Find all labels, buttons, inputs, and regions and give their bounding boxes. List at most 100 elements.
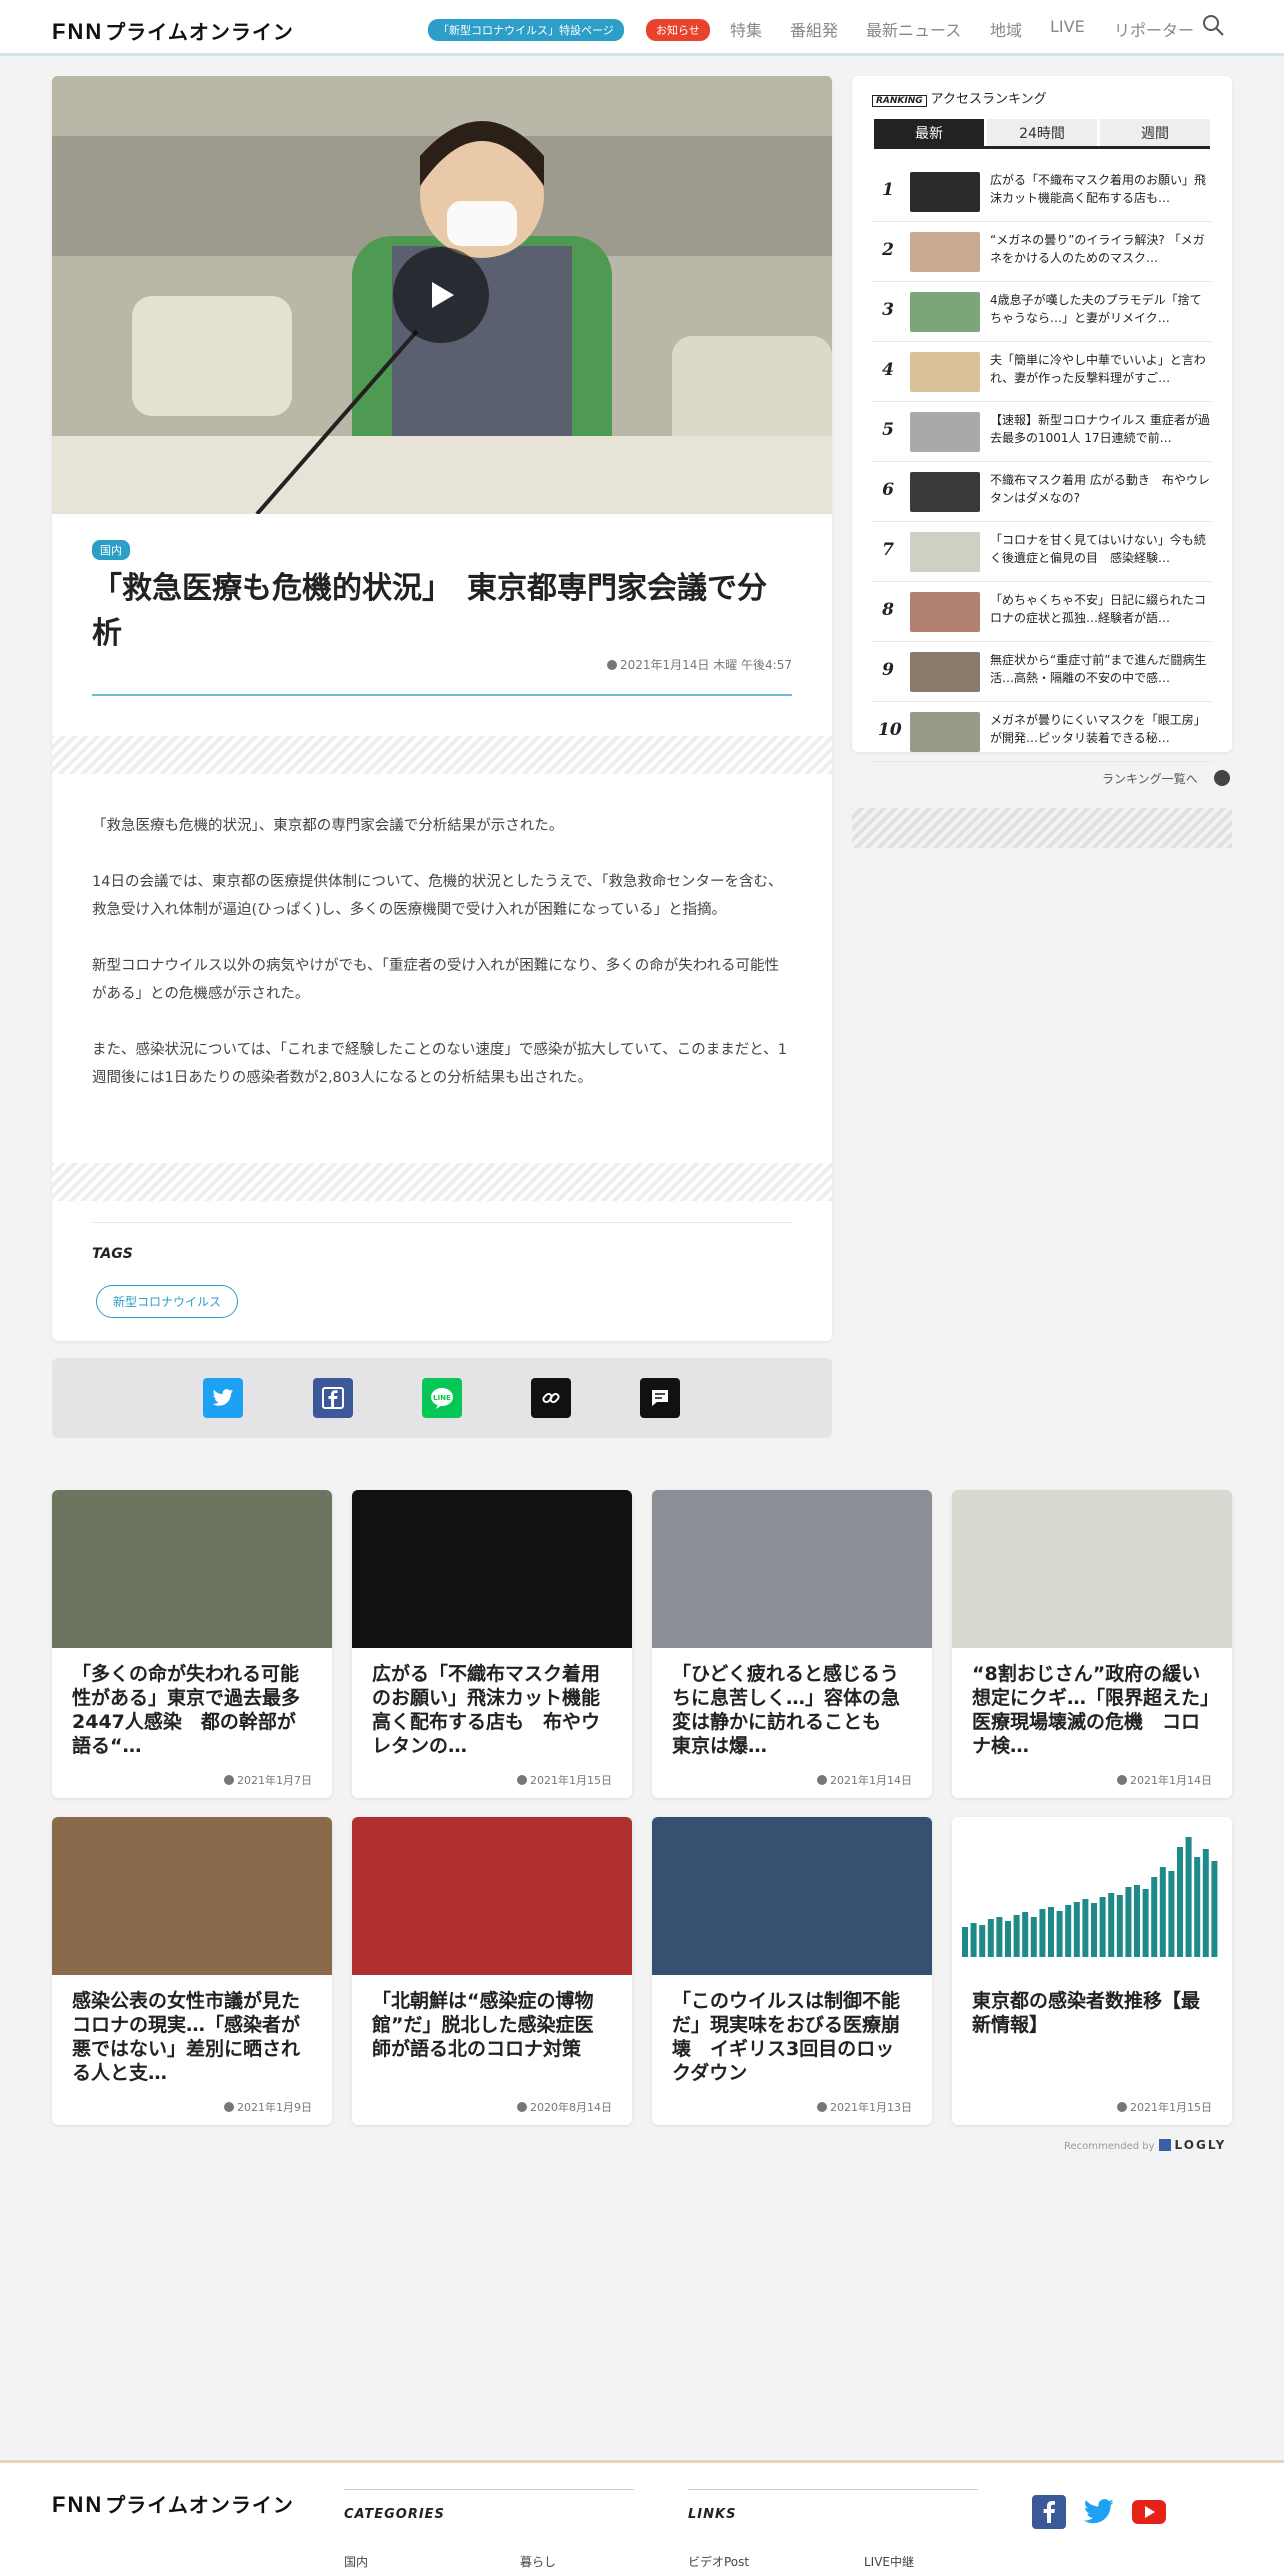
ranking-item[interactable]: 4 夫「簡単に冷やし中華でいいよ」と言われ、妻が作った反撃料理がすご…	[872, 342, 1212, 402]
tag-covid[interactable]: 新型コロナウイルス	[96, 1285, 239, 1318]
notice-link[interactable]: お知らせ	[646, 19, 710, 41]
copy-link-button[interactable]	[531, 1378, 571, 1418]
article-body: 「救急医療も危機的状況」、東京都の専門家会議で分析結果が示された。 14日の会議…	[92, 812, 792, 1120]
footer-twitter-link[interactable]	[1082, 2495, 1116, 2529]
ranking-title[interactable]: 夫「簡単に冷やし中華でいいよ」と言われ、妻が作った反撃料理がすご…	[990, 351, 1212, 389]
facebook-share-button[interactable]	[313, 1378, 353, 1418]
site-header: FNN プライムオンライン 「新型コロナウイルス」特設ページ お知らせ 特集 番組…	[0, 0, 1284, 56]
nav-live[interactable]: LIVE	[1050, 17, 1085, 36]
recommended-date: 2021年1月9日	[224, 2099, 312, 2115]
footer-logo[interactable]: FNN プライムオンライン	[52, 2489, 294, 2518]
footer-link-video-post[interactable]: ビデオPost	[688, 2553, 749, 2568]
footer-link-domestic[interactable]: 国内	[344, 2553, 368, 2568]
twitter-share-button[interactable]	[203, 1378, 243, 1418]
category-badge[interactable]: 国内	[92, 540, 130, 560]
recommended-thumbnail[interactable]	[652, 1490, 932, 1648]
recommended-thumbnail[interactable]	[652, 1817, 932, 1975]
ranking-title[interactable]: 【速報】新型コロナウイルス 重症者が過去最多の1001人 17日連続で前…	[990, 411, 1212, 449]
recommended-card[interactable]: 「北朝鮮は“感染症の博物館”だ」脱北した感染症医師が語る北のコロナ対策 2020年…	[352, 1817, 632, 2125]
ranking-title[interactable]: “メガネの曇り”のイライラ解決? 「メガネをかける人のためのマスク…	[990, 231, 1212, 269]
ranking-thumbnail[interactable]	[910, 592, 980, 632]
recommended-card[interactable]: 「多くの命が失われる可能性がある」東京で過去最多2447人感染 都の幹部が語る“…	[52, 1490, 332, 1798]
hatch-divider	[52, 736, 832, 774]
nav-reporter[interactable]: リポーター	[1114, 17, 1194, 41]
clock-icon	[1117, 2102, 1127, 2112]
ranking-item[interactable]: 1 広がる「不織布マスク着用のお願い」飛沫カット機能高く配布する店も…	[872, 162, 1212, 222]
ranking-title[interactable]: 4歳息子が嘆した夫のプラモデル「捨てちゃうなら…」と妻がリメイク…	[990, 291, 1212, 329]
recommended-card[interactable]: 東京都の感染者数推移【最新情報】 2021年1月15日	[952, 1817, 1232, 2125]
recommended-date: 2021年1月15日	[517, 1772, 612, 1788]
ranking-item[interactable]: 10 メガネが曇りにくいマスクを「眼工房」が開発…ピッタリ装着できる秘…	[872, 702, 1212, 762]
nav-feature[interactable]: 特集	[730, 17, 762, 41]
tab-latest[interactable]: 最新	[874, 119, 984, 146]
footer-link-live[interactable]: LIVE中継	[864, 2553, 914, 2568]
recommended-thumbnail[interactable]	[352, 1490, 632, 1648]
recommended-title[interactable]: 東京都の感染者数推移【最新情報】	[972, 1989, 1212, 2087]
trend-bar	[1108, 1893, 1115, 1957]
recommended-title[interactable]: 「ひどく疲れると感じるうちに息苦しく…」容体の急変は静かに訪れることも 東京は爆…	[672, 1662, 912, 1760]
ranking-item[interactable]: 5 【速報】新型コロナウイルス 重症者が過去最多の1001人 17日連続で前…	[872, 402, 1212, 462]
site-logo[interactable]: FNN プライムオンライン	[52, 16, 294, 45]
ranking-thumbnail[interactable]	[910, 412, 980, 452]
recommended-title[interactable]: 「このウイルスは制御不能だ」現実味をおびる医療崩壊 イギリス3回目のロックダウン	[672, 1989, 912, 2087]
ranking-item[interactable]: 9 無症状から“重症寸前”まで進んだ闘病生活…高熱・隔離の不安の中で感…	[872, 642, 1212, 702]
footer-facebook-link[interactable]	[1032, 2495, 1066, 2529]
search-icon[interactable]	[1202, 14, 1224, 36]
line-share-button[interactable]: LINE	[422, 1378, 462, 1418]
recommended-card[interactable]: 「ひどく疲れると感じるうちに息苦しく…」容体の急変は静かに訪れることも 東京は爆…	[652, 1490, 932, 1798]
article-paragraph: 新型コロナウイルス以外の病気やけがでも、「重症者の受け入れが困難になり、多くの命…	[92, 958, 780, 1002]
covid-special-page-link[interactable]: 「新型コロナウイルス」特設ページ	[428, 19, 624, 41]
ranking-thumbnail[interactable]	[910, 172, 980, 212]
recommended-thumbnail[interactable]	[52, 1817, 332, 1975]
recommended-thumbnail[interactable]	[352, 1817, 632, 1975]
recommended-card[interactable]: 広がる「不織布マスク着用のお願い」飛沫カット機能高く配布する店も 布やウレタンの…	[352, 1490, 632, 1798]
ranking-thumbnail[interactable]	[910, 292, 980, 332]
ranking-item[interactable]: 2 “メガネの曇り”のイライラ解決? 「メガネをかける人のためのマスク…	[872, 222, 1212, 282]
recommended-title[interactable]: 広がる「不織布マスク着用のお願い」飛沫カット機能高く配布する店も 布やウレタンの…	[372, 1662, 612, 1760]
ranking-thumbnail[interactable]	[910, 352, 980, 392]
recommended-thumbnail[interactable]	[52, 1490, 332, 1648]
trend-bar	[1048, 1907, 1054, 1957]
ranking-item[interactable]: 7 「コロナを甘く見てはいけない」今も続く後遺症と偏見の目 感染経験…	[872, 522, 1212, 582]
recommended-card[interactable]: 感染公表の女性市議が見たコロナの現実…「感染者が悪ではない」差別に晒される人と支…	[52, 1817, 332, 2125]
ranking-item[interactable]: 8 「めちゃくちゃ不安」日記に綴られたコロナの症状と孤独…経験者が語…	[872, 582, 1212, 642]
chevron-right-icon[interactable]	[1214, 770, 1230, 786]
ranking-title[interactable]: 無症状から“重症寸前”まで進んだ闘病生活…高熱・隔離の不安の中で感…	[990, 651, 1212, 689]
recommended-title[interactable]: 「多くの命が失われる可能性がある」東京で過去最多2447人感染 都の幹部が語る“…	[72, 1662, 312, 1760]
ranking-title[interactable]: 「コロナを甘く見てはいけない」今も続く後遺症と偏見の目 感染経験…	[990, 531, 1212, 569]
nav-region[interactable]: 地域	[990, 17, 1022, 41]
comment-button[interactable]	[640, 1378, 680, 1418]
ranking-thumbnail[interactable]	[910, 712, 980, 752]
ranking-title[interactable]: 不織布マスク着用 広がる動き 布やウレタンはダメなの?	[990, 471, 1212, 509]
recommended-thumbnail[interactable]	[952, 1490, 1232, 1648]
recommended-title[interactable]: “8割おじさん”政府の緩い想定にクギ…「限界超えた」医療現場壊滅の危機 コロナ検…	[972, 1662, 1212, 1760]
nav-programs[interactable]: 番組発	[790, 17, 838, 41]
recommended-thumbnail[interactable]	[952, 1817, 1232, 1975]
ranking-title[interactable]: メガネが曇りにくいマスクを「眼工房」が開発…ピッタリ装着できる秘…	[990, 711, 1212, 749]
footer-youtube-link[interactable]	[1132, 2495, 1166, 2529]
footer-link-living[interactable]: 暮らし	[520, 2553, 556, 2568]
nav-latest-news[interactable]: 最新ニュース	[866, 17, 961, 41]
title-divider	[92, 694, 792, 696]
ranking-item[interactable]: 6 不織布マスク着用 広がる動き 布やウレタンはダメなの?	[872, 462, 1212, 522]
ranking-item[interactable]: 3 4歳息子が嘆した夫のプラモデル「捨てちゃうなら…」と妻がリメイク…	[872, 282, 1212, 342]
recommended-card[interactable]: “8割おじさん”政府の緩い想定にクギ…「限界超えた」医療現場壊滅の危機 コロナ検…	[952, 1490, 1232, 1798]
ranking-thumbnail[interactable]	[910, 652, 980, 692]
article-video-thumbnail[interactable]	[52, 76, 832, 514]
play-button[interactable]	[393, 247, 489, 343]
tab-24h[interactable]: 24時間	[987, 119, 1097, 146]
line-icon: LINE	[431, 1388, 453, 1409]
ranking-thumbnail[interactable]	[910, 532, 980, 572]
ranking-thumbnail[interactable]	[910, 232, 980, 272]
recommended-title[interactable]: 「北朝鮮は“感染症の博物館”だ」脱北した感染症医師が語る北のコロナ対策	[372, 1989, 612, 2087]
twitter-icon	[212, 1389, 234, 1406]
ranking-thumbnail[interactable]	[910, 472, 980, 512]
ranking-title[interactable]: 広がる「不織布マスク着用のお願い」飛沫カット機能高く配布する店も…	[990, 171, 1212, 209]
tab-weekly[interactable]: 週間	[1100, 119, 1210, 146]
ranking-more-link[interactable]: ランキング一覧へ	[1102, 770, 1198, 787]
logo-text: プライムオンライン	[105, 22, 294, 44]
recommended-title[interactable]: 感染公表の女性市議が見たコロナの現実…「感染者が悪ではない」差別に晒される人と支…	[72, 1989, 312, 2087]
sidebar-hatch	[852, 808, 1232, 848]
recommended-card[interactable]: 「このウイルスは制御不能だ」現実味をおびる医療崩壊 イギリス3回目のロックダウン…	[652, 1817, 932, 2125]
ranking-title[interactable]: 「めちゃくちゃ不安」日記に綴られたコロナの症状と孤独…経験者が語…	[990, 591, 1212, 629]
